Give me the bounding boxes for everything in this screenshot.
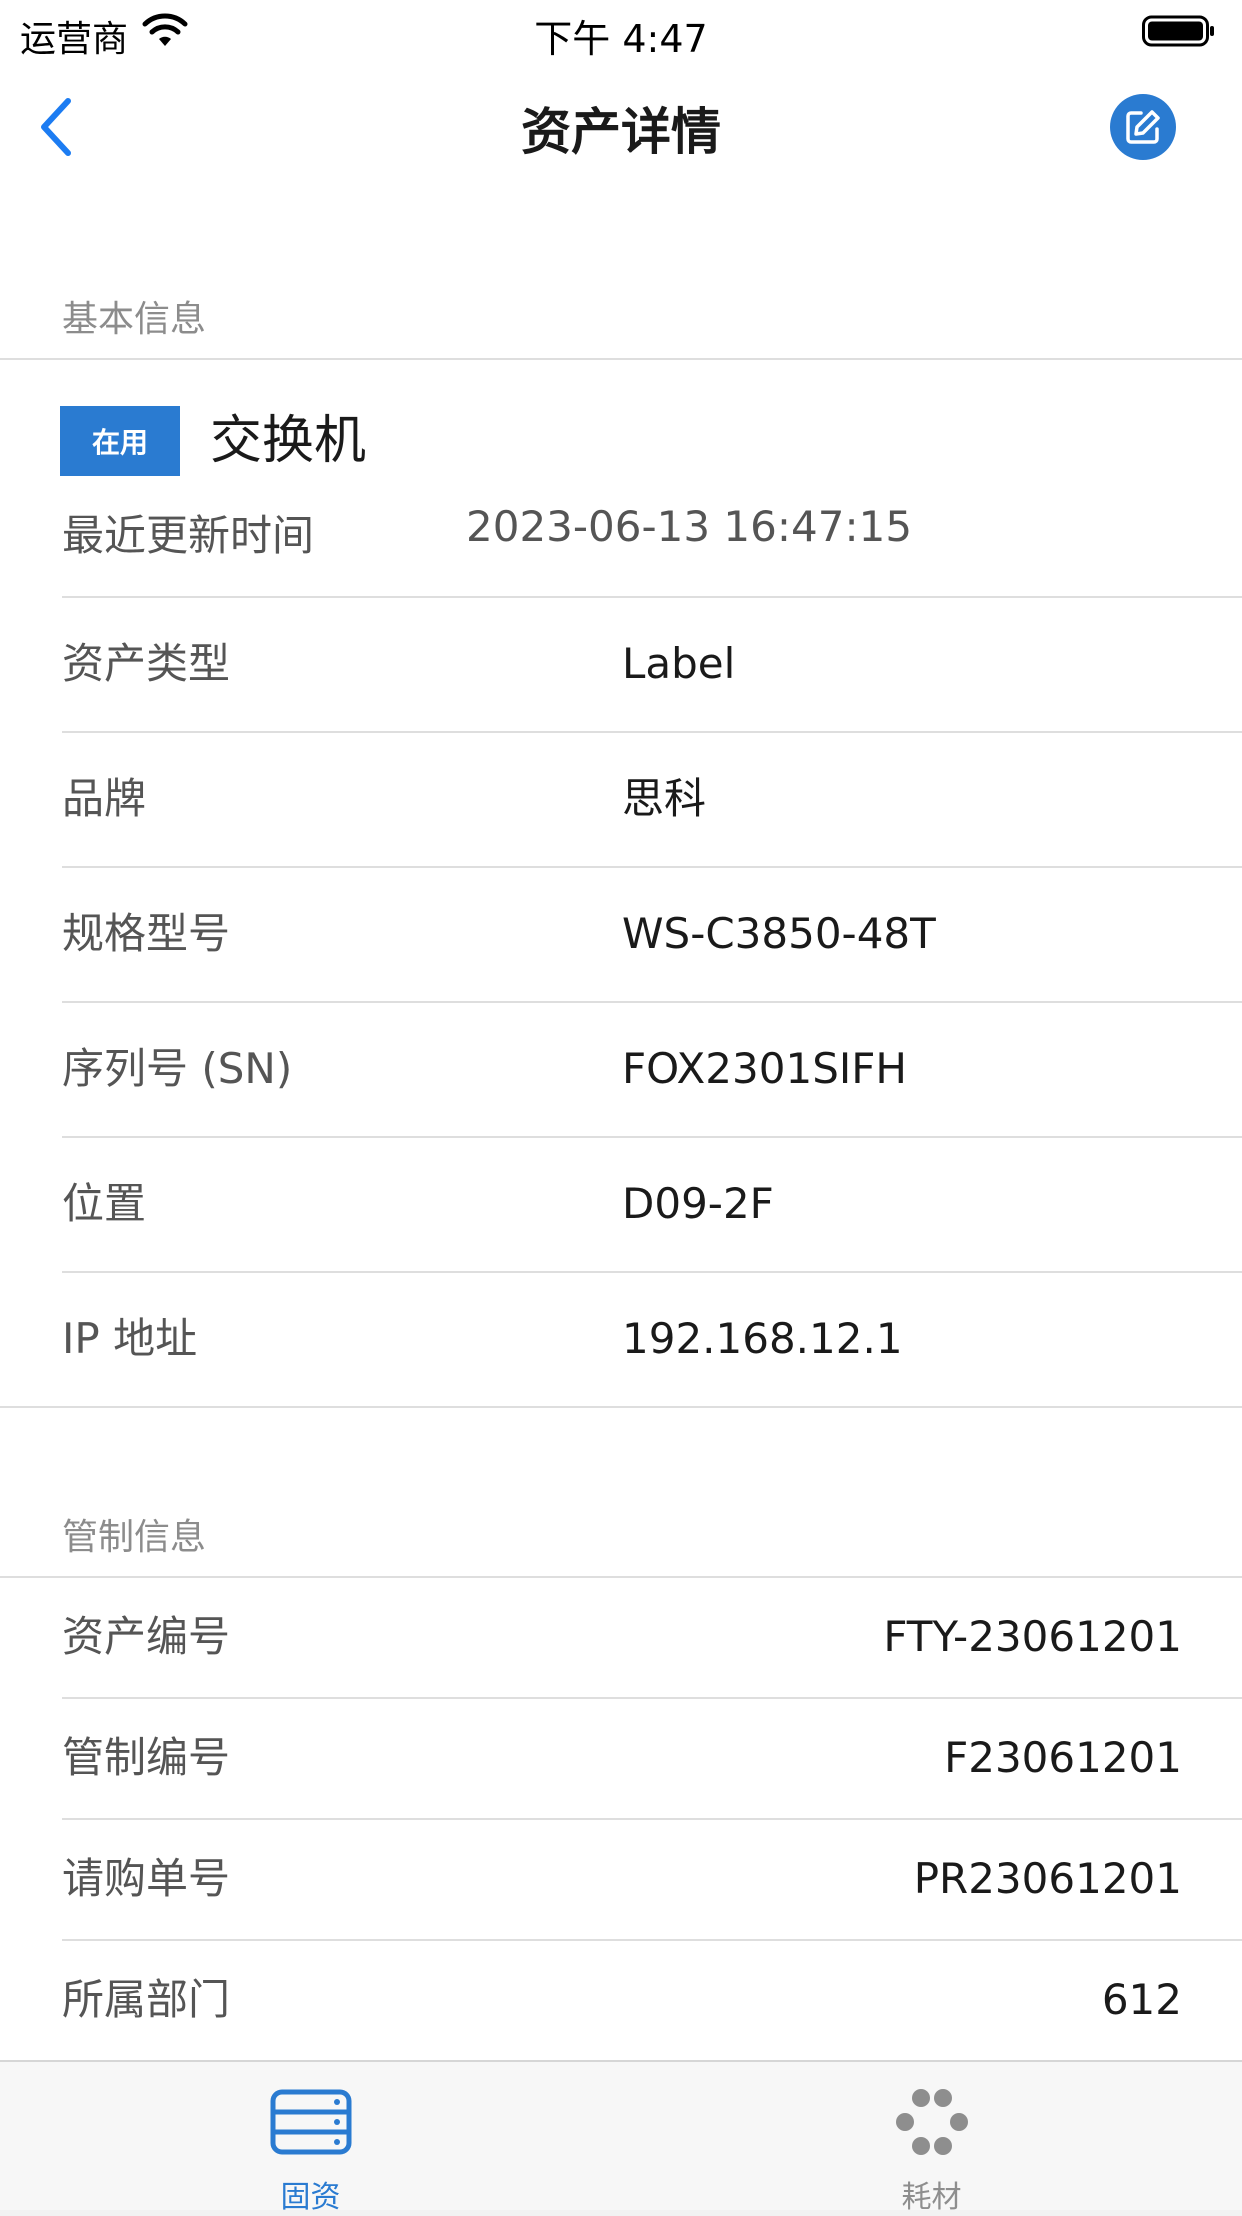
info-row-asset-number: 资产编号 FTY-23061201 xyxy=(62,1577,1182,1697)
row-value: FOX2301SIFH xyxy=(622,1044,907,1093)
row-label: 品牌 xyxy=(62,774,147,823)
divider xyxy=(0,358,1242,360)
server-icon xyxy=(270,2089,351,2155)
status-badge: 在用 xyxy=(60,406,180,476)
info-row-control-number: 管制编号 F23061201 xyxy=(62,1698,1182,1818)
back-button[interactable] xyxy=(26,92,86,162)
wifi-icon xyxy=(142,13,188,46)
divider xyxy=(0,1406,1242,1408)
edit-icon xyxy=(1126,110,1160,144)
navigation-bar: 资产详情 xyxy=(0,62,1242,192)
row-value: Label xyxy=(622,639,736,688)
content-area[interactable]: 基本信息 在用 交换机 最近更新时间 2023-06-13 16:47:15 资… xyxy=(0,192,1242,2060)
edit-button[interactable] xyxy=(1110,94,1176,160)
tab-bar: 固资 耗材 xyxy=(0,2060,1242,2215)
row-label: 所属部门 xyxy=(62,1975,231,2024)
asset-detail-screen: 运营商 下午 4:47 资产详情 基本信息 在用 交换机 最近更新时间 2023… xyxy=(0,0,1242,2215)
row-value: 612 xyxy=(1101,1975,1182,2024)
carrier-name: 运营商 xyxy=(20,19,129,60)
row-label: 规格型号 xyxy=(62,909,231,958)
page-title: 资产详情 xyxy=(521,103,721,161)
row-value: FTY-23061201 xyxy=(883,1612,1182,1661)
tab-label: 固资 xyxy=(280,2180,341,2215)
info-row-department: 所属部门 612 xyxy=(62,1940,1182,2060)
dots-icon xyxy=(895,2089,968,2155)
row-label: 请购单号 xyxy=(62,1854,231,1903)
row-label: 资产类型 xyxy=(62,639,231,688)
row-value: 思科 xyxy=(622,774,707,823)
row-value: PR23061201 xyxy=(913,1854,1182,1903)
info-row-serial-number: 序列号 (SN) FOX2301SIFH xyxy=(62,1002,1242,1136)
tab-label: 耗材 xyxy=(901,2180,962,2215)
row-label: IP 地址 xyxy=(62,1314,198,1363)
tab-consumables[interactable]: 耗材 xyxy=(621,2062,1242,2215)
section-title-basic-info: 基本信息 xyxy=(62,299,207,340)
info-row-location: 位置 D09-2F xyxy=(62,1137,1242,1271)
row-label: 管制编号 xyxy=(62,1733,231,1782)
row-label: 位置 xyxy=(62,1179,147,1228)
updated-time-label: 最近更新时间 xyxy=(62,511,315,560)
battery-icon xyxy=(1142,15,1214,47)
info-row-asset-type: 资产类型 Label xyxy=(62,597,1242,731)
info-row-model: 规格型号 WS-C3850-48T xyxy=(62,867,1242,1001)
section-title-control-info: 管制信息 xyxy=(62,1517,207,1558)
info-row-ip-address: IP 地址 192.168.12.1 xyxy=(62,1272,1242,1406)
row-value: F23061201 xyxy=(944,1733,1182,1782)
row-value: D09-2F xyxy=(622,1179,774,1228)
chevron-left-icon xyxy=(41,98,71,156)
info-row-brand: 品牌 思科 xyxy=(62,732,1242,866)
row-value: 192.168.12.1 xyxy=(622,1314,903,1363)
asset-name: 交换机 xyxy=(210,411,367,471)
row-label: 资产编号 xyxy=(62,1612,231,1661)
status-bar: 运营商 下午 4:47 xyxy=(0,0,1242,62)
tab-fixed-assets[interactable]: 固资 xyxy=(0,2062,621,2215)
info-row-purchase-request-number: 请购单号 PR23061201 xyxy=(62,1819,1182,1939)
row-label: 序列号 (SN) xyxy=(62,1044,293,1093)
row-value: WS-C3850-48T xyxy=(622,909,936,958)
updated-time-value: 2023-06-13 16:47:15 xyxy=(466,502,913,551)
